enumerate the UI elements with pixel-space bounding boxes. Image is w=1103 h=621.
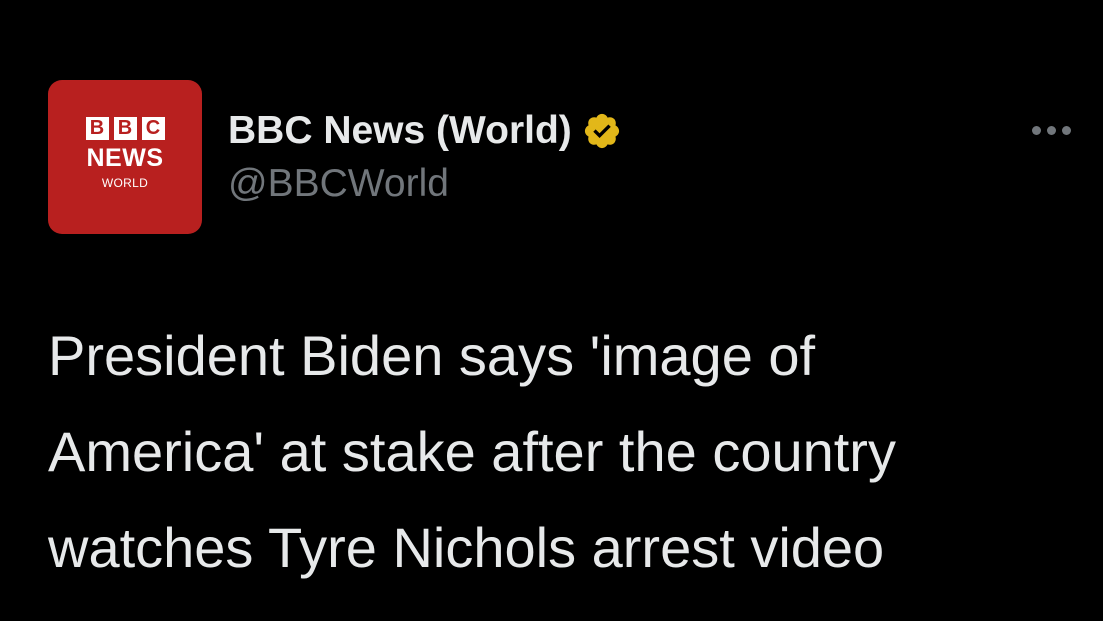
avatar-world-label: WORLD [101, 175, 149, 190]
tweet-text-line-1: President Biden says 'image of [48, 324, 816, 387]
bbc-logo: B B C [85, 116, 165, 140]
tweet-text-line-2: America' at stake after the country [48, 420, 896, 483]
author-handle[interactable]: @BBCWorld [228, 160, 449, 208]
verified-badge-icon[interactable] [582, 111, 622, 151]
more-dot-1 [1031, 125, 1041, 135]
more-dot-3 [1061, 125, 1071, 135]
more-dot-2 [1046, 125, 1056, 135]
author-name-row: BBC News (World) [228, 106, 622, 156]
avatar-news-label: NEWS [86, 143, 164, 172]
avatar[interactable]: B B C NEWS WORLD [48, 80, 202, 234]
bbc-logo-block-b1: B [85, 116, 109, 140]
bbc-logo-block-c: C [141, 116, 165, 140]
bbc-logo-block-b2: B [113, 116, 137, 140]
tweet-card: B B C NEWS WORLD BBC News (World) @BBCWo… [0, 0, 1103, 621]
more-options-icon[interactable] [1026, 118, 1076, 142]
tweet-text: President Biden says 'image of America' … [48, 308, 1068, 596]
author-display-name[interactable]: BBC News (World) [228, 109, 572, 153]
tweet-text-line-3: watches Tyre Nichols arrest video [48, 516, 885, 579]
